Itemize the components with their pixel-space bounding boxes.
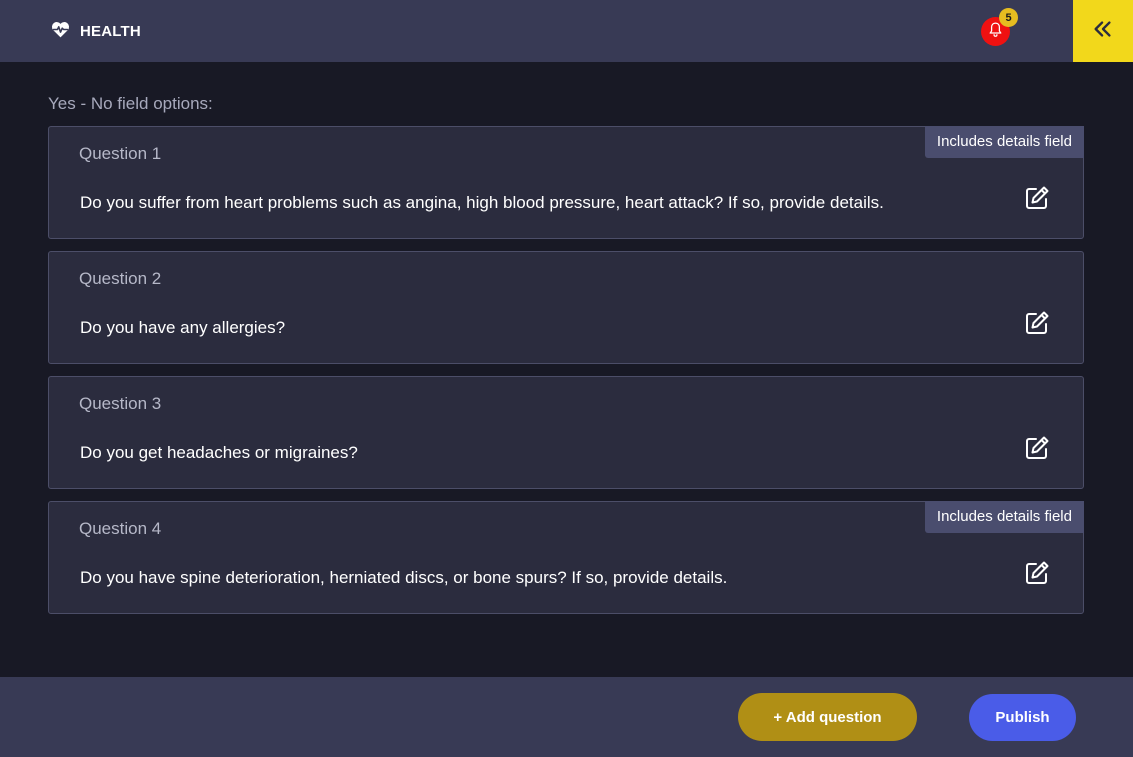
brand: HEALTH [50, 20, 141, 42]
question-card: Question 4 Includes details field Do you… [48, 501, 1084, 614]
question-text: Do you have any allergies? [80, 318, 286, 337]
double-chevron-left-icon [1092, 18, 1114, 45]
edit-icon [1024, 436, 1050, 465]
edit-icon [1024, 186, 1050, 215]
section-label: Yes - No field options: [48, 94, 213, 113]
edit-question-button[interactable] [1024, 435, 1050, 461]
edit-question-button[interactable] [1024, 310, 1050, 336]
question-list: Question 1 Includes details field Do you… [48, 126, 1084, 626]
includes-details-tag: Includes details field [924, 126, 1084, 158]
edit-icon [1024, 561, 1050, 590]
question-text: Do you suffer from heart problems such a… [80, 193, 884, 212]
collapse-panel-button[interactable] [1073, 0, 1133, 62]
includes-details-tag: Includes details field [924, 501, 1084, 533]
top-bar: HEALTH 5 [0, 0, 1133, 62]
question-title: Question 3 [79, 394, 162, 413]
heart-pulse-icon [50, 19, 71, 44]
question-card: Question 2 Do you have any allergies? [48, 251, 1084, 364]
notification-count-badge: 5 [999, 8, 1018, 27]
question-card: Question 1 Includes details field Do you… [48, 126, 1084, 239]
question-title: Question 2 [79, 269, 162, 288]
edit-icon [1024, 311, 1050, 340]
edit-question-button[interactable] [1024, 185, 1050, 211]
question-title: Question 4 [79, 519, 162, 538]
question-text: Do you have spine deterioration, herniat… [80, 568, 728, 587]
footer-bar: + Add question Publish [0, 677, 1133, 757]
edit-question-button[interactable] [1024, 560, 1050, 586]
question-card: Question 3 Do you get headaches or migra… [48, 376, 1084, 489]
question-title: Question 1 [79, 144, 162, 163]
brand-label: HEALTH [80, 22, 141, 40]
add-question-button[interactable]: + Add question [738, 693, 917, 741]
question-text: Do you get headaches or migraines? [80, 443, 358, 462]
publish-button[interactable]: Publish [969, 694, 1076, 741]
